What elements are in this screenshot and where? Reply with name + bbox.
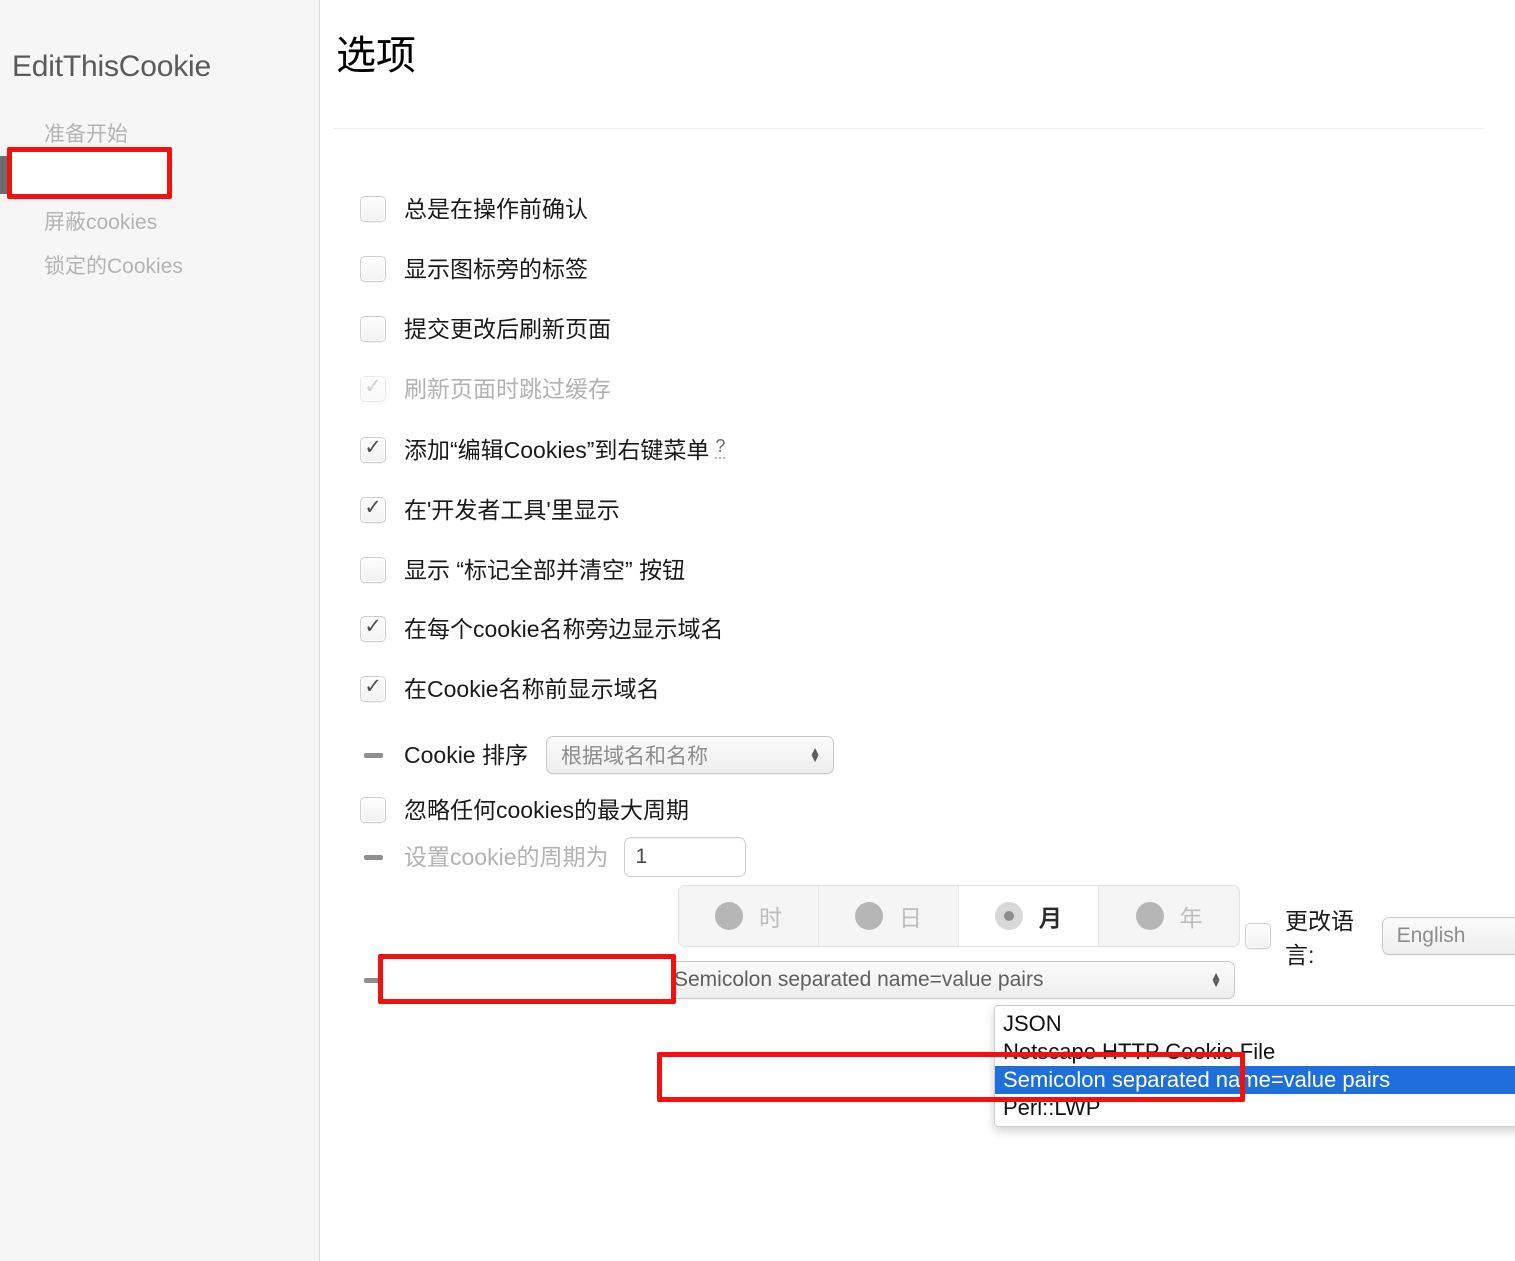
radio-tile-hour[interactable]: 时 [679, 886, 819, 946]
option-label: 总是在操作前确认 [404, 195, 588, 222]
radio-icon-selected [995, 902, 1023, 930]
option-label: 忽略任何cookies的最大周期 [404, 796, 689, 823]
sidebar-item-label: 准备开始 [44, 123, 128, 146]
sidebar-item-options[interactable]: 选项 [0, 154, 320, 196]
export-option-perl-lwp[interactable]: Perl::LWP [995, 1094, 1515, 1122]
radio-label: 年 [1179, 905, 1203, 931]
radio-tile-day[interactable]: 日 [819, 886, 959, 946]
sidebar: EditThisCookie 准备开始 选项 屏蔽cookies 锁定的Cook… [0, 0, 320, 1261]
option-label: 显示图标旁的标签 [404, 255, 588, 282]
cookie-sort-selected-value: 根据域名和名称 [560, 745, 708, 768]
language-selected-value: English [1396, 924, 1466, 947]
checkbox-change-language[interactable] [1245, 923, 1271, 949]
radio-label: 月 [1039, 905, 1062, 931]
option-label: 添加“编辑Cookies”到右键菜单 [404, 436, 710, 463]
sidebar-item-label: 选项 [44, 165, 86, 188]
option-label: 在'开发者工具'里显示 [404, 496, 620, 523]
export-format-label: 选择cookies的导出格式 [404, 966, 643, 993]
export-option-json[interactable]: JSON [995, 1010, 1515, 1038]
export-format-dropdown-list[interactable]: JSON Netscape HTTP Cookie File Semicolon… [994, 1005, 1515, 1127]
main-content: 选项 总是在操作前确认 显示图标旁的标签 提交更改后刷新页面 刷新页面时跳过缓存… [320, 0, 1515, 1261]
option-row-set-cookie-period: 设置cookie的周期为 [360, 837, 747, 877]
option-label: 刷新页面时跳过缓存 [404, 375, 611, 402]
option-row-add-context-menu[interactable]: 添加“编辑Cookies”到右键菜单 ? [360, 433, 726, 467]
app-brand-title: EditThisCookie [12, 50, 211, 83]
sidebar-item-label: 屏蔽cookies [44, 211, 158, 234]
checkbox-refresh-after-submit[interactable] [360, 316, 386, 342]
sidebar-item-label: 锁定的Cookies [44, 255, 183, 278]
option-row-refresh-after-submit[interactable]: 提交更改后刷新页面 [360, 312, 611, 346]
option-row-skip-cache-on-refresh: 刷新页面时跳过缓存 [360, 372, 611, 406]
checkbox-skip-cache-on-refresh [360, 374, 386, 402]
option-row-export-format: 选择cookies的导出格式 Semicolon separated name=… [360, 961, 1235, 999]
set-period-label: 设置cookie的周期为 [404, 843, 609, 870]
radio-label: 时 [759, 905, 782, 931]
chevron-updown-icon: ▲ ▼ [1210, 969, 1222, 990]
option-row-ignore-max-age[interactable]: 忽略任何cookies的最大周期 [360, 793, 689, 827]
cookie-sort-select[interactable]: 根据域名和名称 ▲ ▼ [545, 736, 834, 774]
option-row-show-domain-before-name[interactable]: 在Cookie名称前显示域名 [360, 672, 660, 706]
radio-tile-year[interactable]: 年 [1099, 886, 1239, 946]
checkbox-add-context-menu[interactable] [360, 435, 386, 463]
checkbox-show-domain-beside-name[interactable] [360, 614, 386, 642]
checkbox-ignore-max-age[interactable] [360, 797, 386, 823]
option-label: 在Cookie名称前显示域名 [404, 675, 660, 702]
checkbox-show-label-next-to-icon[interactable] [360, 256, 386, 282]
export-option-netscape[interactable]: Netscape HTTP Cookie File [995, 1038, 1515, 1066]
dash-marker-icon [360, 844, 386, 870]
option-row-show-label-next-to-icon[interactable]: 显示图标旁的标签 [360, 252, 588, 286]
option-row-cookie-sorting: Cookie 排序 根据域名和名称 ▲ ▼ [360, 736, 834, 774]
option-row-show-in-devtools[interactable]: 在'开发者工具'里显示 [360, 493, 620, 527]
cookie-period-input[interactable] [624, 837, 747, 877]
radio-icon [715, 902, 743, 930]
option-label: 在每个cookie名称旁边显示域名 [404, 615, 724, 642]
option-row-confirm-before-action[interactable]: 总是在操作前确认 [360, 192, 588, 226]
option-label: 显示 “标记全部并清空” 按钮 [404, 556, 686, 583]
title-divider [334, 128, 1484, 129]
radio-label: 日 [899, 905, 922, 931]
help-icon[interactable]: ? [715, 436, 726, 459]
language-label: 更改语言: [1285, 908, 1354, 968]
export-format-selected-value: Semicolon separated name=value pairs [673, 968, 1044, 991]
sidebar-item-block-cookies[interactable]: 屏蔽cookies [0, 200, 320, 242]
period-unit-radio-group[interactable]: 时 日 月 年 [678, 885, 1240, 947]
chevron-updown-icon: ▲ ▼ [809, 744, 821, 765]
checkbox-show-mark-all-and-clear[interactable] [360, 557, 386, 583]
radio-tile-month[interactable]: 月 [959, 886, 1099, 946]
option-row-show-mark-all-and-clear[interactable]: 显示 “标记全部并清空” 按钮 [360, 553, 685, 587]
option-row-show-domain-beside-name[interactable]: 在每个cookie名称旁边显示域名 [360, 612, 723, 646]
checkbox-show-domain-before-name[interactable] [360, 674, 386, 702]
dash-marker-icon [360, 967, 386, 993]
radio-icon [1135, 902, 1164, 930]
language-group: 更改语言: English ▲▼ [1245, 902, 1515, 970]
page-title: 选项 [336, 34, 416, 78]
cookie-sort-label: Cookie 排序 [404, 741, 528, 768]
dash-marker-icon [360, 742, 386, 768]
sidebar-item-locked-cookies[interactable]: 锁定的Cookies [0, 244, 320, 286]
export-format-select[interactable]: Semicolon separated name=value pairs ▲ ▼ [658, 961, 1235, 999]
options-page: EditThisCookie 准备开始 选项 屏蔽cookies 锁定的Cook… [0, 0, 1515, 1261]
checkbox-confirm-before-action[interactable] [360, 196, 386, 222]
export-option-semicolon[interactable]: Semicolon separated name=value pairs [995, 1066, 1515, 1094]
sidebar-item-get-started[interactable]: 准备开始 [0, 112, 320, 154]
language-select[interactable]: English ▲▼ [1381, 917, 1515, 955]
checkbox-show-in-devtools[interactable] [360, 495, 386, 523]
radio-icon [855, 902, 883, 930]
option-label: 提交更改后刷新页面 [404, 315, 611, 342]
